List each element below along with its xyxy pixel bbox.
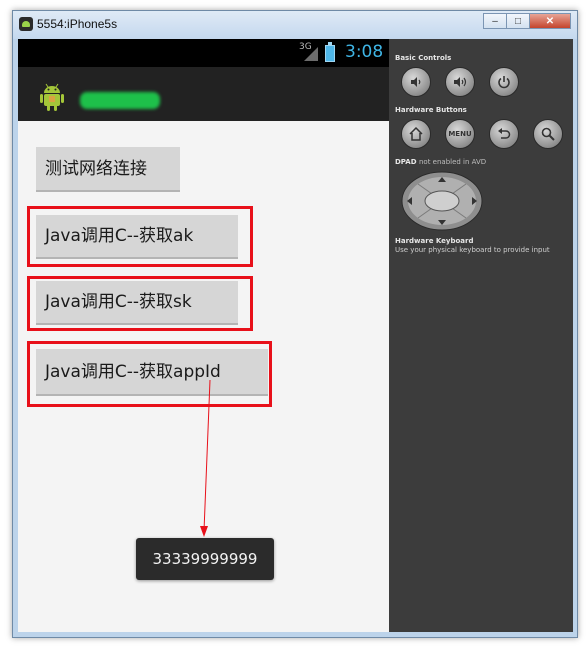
window-controls: – □ ✕ [483, 13, 571, 29]
back-icon [498, 128, 511, 139]
toast-text: 33339999999 [152, 550, 258, 568]
close-button[interactable]: ✕ [529, 13, 571, 29]
maximize-button[interactable]: □ [506, 13, 530, 29]
hardware-keyboard-label: Hardware Keyboard [395, 237, 474, 245]
title-bar[interactable]: 5554:iPhone5s – □ ✕ [13, 11, 577, 39]
hardware-buttons-label: Hardware Buttons [395, 106, 467, 114]
device-screen: 3G 3:08 测试网络连接 Java调用C--获取ak Java调用C--获取… [18, 39, 389, 632]
toast-message: 33339999999 [136, 538, 274, 580]
emulator-controls-panel: Basic Controls Hardware Buttons MENU DPA… [389, 39, 573, 632]
search-icon [541, 127, 555, 141]
action-bar [18, 67, 389, 121]
volume-up-icon [454, 77, 467, 87]
back-button[interactable] [489, 119, 519, 149]
emulator-window: 5554:iPhone5s – □ ✕ 3G 3:08 测试网络连接 Java调… [12, 10, 578, 638]
home-icon [409, 126, 423, 141]
volume-down-icon [411, 77, 421, 87]
hardware-keyboard-note: Use your physical keyboard to provide in… [395, 246, 550, 254]
status-clock: 3:08 [345, 42, 384, 62]
menu-button[interactable]: MENU [445, 119, 475, 149]
android-icon [40, 83, 64, 111]
app-title-redacted [80, 92, 160, 109]
power-icon [498, 76, 510, 89]
battery-icon [325, 42, 335, 62]
main-content: 测试网络连接 Java调用C--获取ak Java调用C--获取sk Java调… [18, 121, 389, 632]
volume-up-button[interactable] [445, 67, 475, 97]
window-title: 5554:iPhone5s [37, 17, 118, 31]
status-bar: 3G 3:08 [18, 39, 389, 67]
volume-down-button[interactable] [401, 67, 431, 97]
minimize-button[interactable]: – [483, 13, 507, 29]
dpad-title: DPAD [395, 158, 417, 166]
emulator-app-icon [19, 17, 33, 31]
dpad-label: DPAD not enabled in AVD [395, 158, 486, 166]
power-button[interactable] [489, 67, 519, 97]
home-button[interactable] [401, 119, 431, 149]
signal-icon [304, 47, 318, 61]
search-button[interactable] [533, 119, 563, 149]
dpad-control[interactable] [401, 171, 483, 231]
menu-label: MENU [448, 130, 472, 138]
basic-controls-label: Basic Controls [395, 54, 452, 62]
dpad-note: not enabled in AVD [418, 158, 487, 166]
